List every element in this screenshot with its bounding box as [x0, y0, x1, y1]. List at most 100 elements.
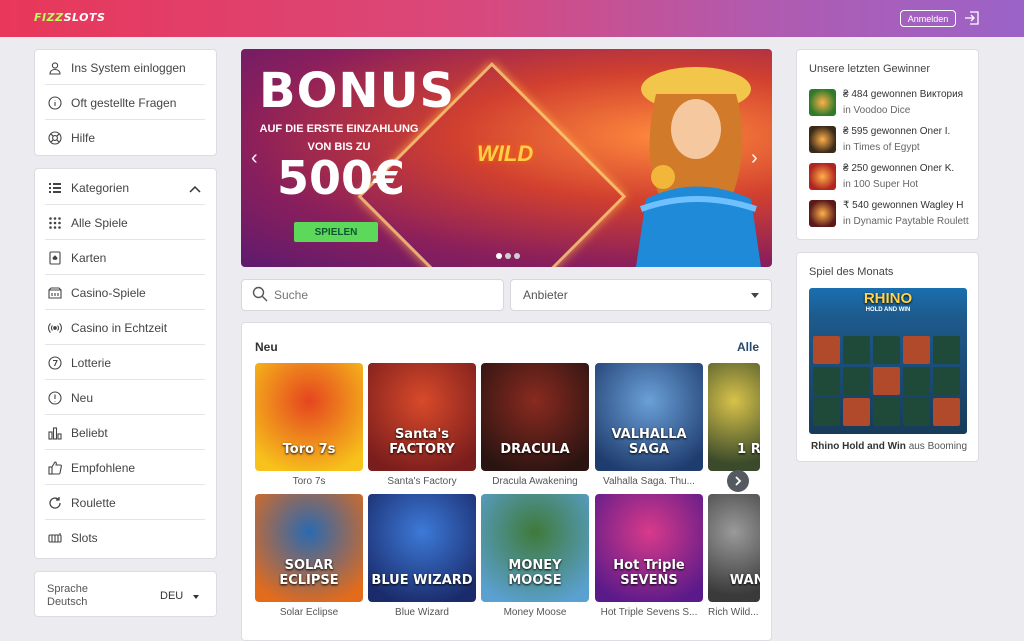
reel-symbol: [933, 367, 960, 395]
card-icon: [47, 250, 63, 266]
winner-item[interactable]: ₴ 250 gewonnen Oner K. in 100 Super Hot: [809, 161, 969, 195]
category-label: Neu: [71, 390, 94, 405]
game-tile-label[interactable]: Hot Triple Sevens S...: [595, 607, 703, 618]
game-tile-label[interactable]: Santa's Factory: [368, 476, 476, 487]
chevron-right-icon[interactable]: ›: [751, 147, 758, 170]
game-tile-label[interactable]: Dracula Awakening: [481, 476, 589, 487]
account-menu-card: Ins System einloggen Oft gestellte Frage…: [34, 49, 217, 156]
game-tile[interactable]: Santa's FACTORY: [368, 363, 476, 471]
category-live-casino[interactable]: Casino in Echtzeit: [45, 311, 205, 345]
game-tile-art-title: VALHALLA SAGA: [611, 427, 687, 457]
category-all-games[interactable]: Alle Spiele: [45, 206, 205, 240]
game-tile-art-title: Santa's FACTORY: [389, 427, 455, 457]
game-tile[interactable]: SOLAR ECLIPSE: [255, 494, 363, 602]
winner-game-thumbnail: [809, 163, 836, 190]
winner-game-thumbnail: [809, 126, 836, 153]
game-tile[interactable]: VALHALLA SAGA: [595, 363, 703, 471]
game-tile[interactable]: WANDER: [708, 494, 760, 602]
category-popular[interactable]: Beliebt: [45, 416, 205, 450]
reel-symbol: [843, 336, 870, 364]
menu-item-login[interactable]: Ins System einloggen: [45, 51, 205, 85]
game-of-month-card: Spiel des Monats RHINO HOLD AND WIN Rhin…: [796, 252, 979, 462]
category-casino-games[interactable]: Casino-Spiele: [45, 276, 205, 310]
game-tile[interactable]: BLUE WIZARD: [368, 494, 476, 602]
play-button[interactable]: SPIELEN: [294, 222, 378, 242]
list-icon: [47, 180, 63, 196]
categories-title: Kategorien: [71, 180, 130, 195]
next-arrow-button[interactable]: [727, 470, 749, 492]
provider-dropdown[interactable]: Anbieter: [510, 279, 772, 311]
winner-item[interactable]: ₴ 595 gewonnen Oner I. in Times of Egypt: [809, 124, 969, 158]
winner-item[interactable]: ₴ 484 gewonnen Виктория in Voodoo Dice: [809, 87, 969, 121]
category-slots[interactable]: Slots: [45, 521, 205, 555]
game-tile-label[interactable]: Blue Wizard: [368, 607, 476, 618]
chevron-right-icon: [735, 476, 742, 486]
winner-item[interactable]: ₹ 540 gewonnen Wagley H in Dynamic Paytab…: [809, 198, 969, 232]
game-tile-label[interactable]: Solar Eclipse: [255, 607, 363, 618]
game-tile-label[interactable]: Valhalla Saga. Thu...: [595, 476, 703, 487]
game-tile[interactable]: MONEY MOOSE: [481, 494, 589, 602]
chevron-left-icon[interactable]: ‹: [251, 147, 258, 170]
category-label: Casino in Echtzeit: [71, 320, 168, 335]
reel-symbol: [903, 367, 930, 395]
game-tile-label[interactable]: Toro 7s: [255, 476, 363, 487]
game-tile-art-title: WANDER: [729, 573, 760, 588]
logo-text-b: SLOTS: [63, 11, 106, 24]
view-all-link[interactable]: Alle: [737, 340, 759, 354]
winner-amount: ₹ 540 gewonnen Wagley H: [843, 200, 964, 211]
slots-icon: [47, 530, 63, 546]
winner-amount: ₴ 595 gewonnen Oner I.: [843, 126, 951, 137]
reel-symbol: [843, 367, 870, 395]
search-box[interactable]: [241, 279, 504, 311]
winner-game: in Voodoo Dice: [843, 105, 911, 116]
category-roulette[interactable]: Roulette: [45, 486, 205, 520]
game-of-month-image[interactable]: RHINO HOLD AND WIN: [809, 288, 967, 434]
winner-amount: ₴ 250 gewonnen Oner K.: [843, 163, 955, 174]
game-tile[interactable]: DRACULA: [481, 363, 589, 471]
banner-subtitle-1: AUF DIE ERSTE EINZAHLUNG: [259, 123, 419, 135]
menu-item-faq[interactable]: Oft gestellte Fragen: [45, 86, 205, 120]
game-tile-art-title: BLUE WIZARD: [371, 573, 473, 588]
new-games-section: Neu Alle Toro 7s Toro 7s Santa's FACTORY Sa…: [241, 322, 772, 641]
language-selector[interactable]: Sprache Deutsch DEU: [34, 571, 217, 617]
carousel-dot[interactable]: [505, 253, 511, 259]
game-tile[interactable]: Hot Triple SEVENS: [595, 494, 703, 602]
menu-item-label: Hilfe: [71, 131, 96, 145]
lifebuoy-icon: [47, 130, 63, 146]
game-of-month-caption[interactable]: Rhino Hold and Win aus Booming: [811, 441, 967, 452]
category-cards[interactable]: Karten: [45, 241, 205, 275]
game-tile-art-title: Toro 7s: [282, 442, 336, 457]
language-label: Sprache Deutsch: [47, 583, 88, 608]
category-lottery[interactable]: Lotterie: [45, 346, 205, 380]
site-logo[interactable]: FIZZSLOTS: [34, 11, 105, 24]
search-icon: [252, 286, 268, 305]
game-tile-label[interactable]: Money Moose: [481, 607, 589, 618]
language-value: DEU: [160, 590, 184, 602]
user-icon: [47, 60, 63, 76]
carousel-dot[interactable]: [496, 253, 502, 259]
sign-in-icon[interactable]: [963, 9, 981, 27]
chevron-up-icon[interactable]: [189, 182, 201, 196]
game-tile[interactable]: 1 REEL: [708, 363, 760, 471]
categories-header[interactable]: Kategorien: [45, 171, 205, 205]
reel-symbol: [873, 336, 900, 364]
category-new[interactable]: Neu: [45, 381, 205, 415]
game-tile-art-title: Hot Triple SEVENS: [613, 558, 685, 588]
game-tile-art-title: 1 REEL: [737, 442, 760, 457]
winner-game-thumbnail: [809, 200, 836, 227]
promo-banner[interactable]: WILD BONUS AUF DIE ERSTE EINZAHLUNG VON …: [241, 49, 772, 267]
game-tile[interactable]: Toro 7s: [255, 363, 363, 471]
carousel-dot[interactable]: [514, 253, 520, 259]
menu-item-help[interactable]: Hilfe: [45, 121, 205, 155]
category-recommended[interactable]: Empfohlene: [45, 451, 205, 485]
login-button[interactable]: Anmelden: [900, 10, 956, 27]
carousel-dots: [496, 253, 520, 259]
search-input[interactable]: [274, 288, 494, 302]
game-tile-art-title: DRACULA: [500, 442, 570, 457]
categories-card: Kategorien Alle Spiele Karten Casino-Spi…: [34, 168, 217, 559]
winner-amount: ₴ 484 gewonnen Виктория: [843, 89, 964, 100]
reel-symbol: [873, 398, 900, 426]
game-tile-label[interactable]: Rich Wild...: [708, 607, 760, 618]
caret-down-icon: [193, 595, 199, 599]
month-title: Spiel des Monats: [809, 266, 894, 278]
